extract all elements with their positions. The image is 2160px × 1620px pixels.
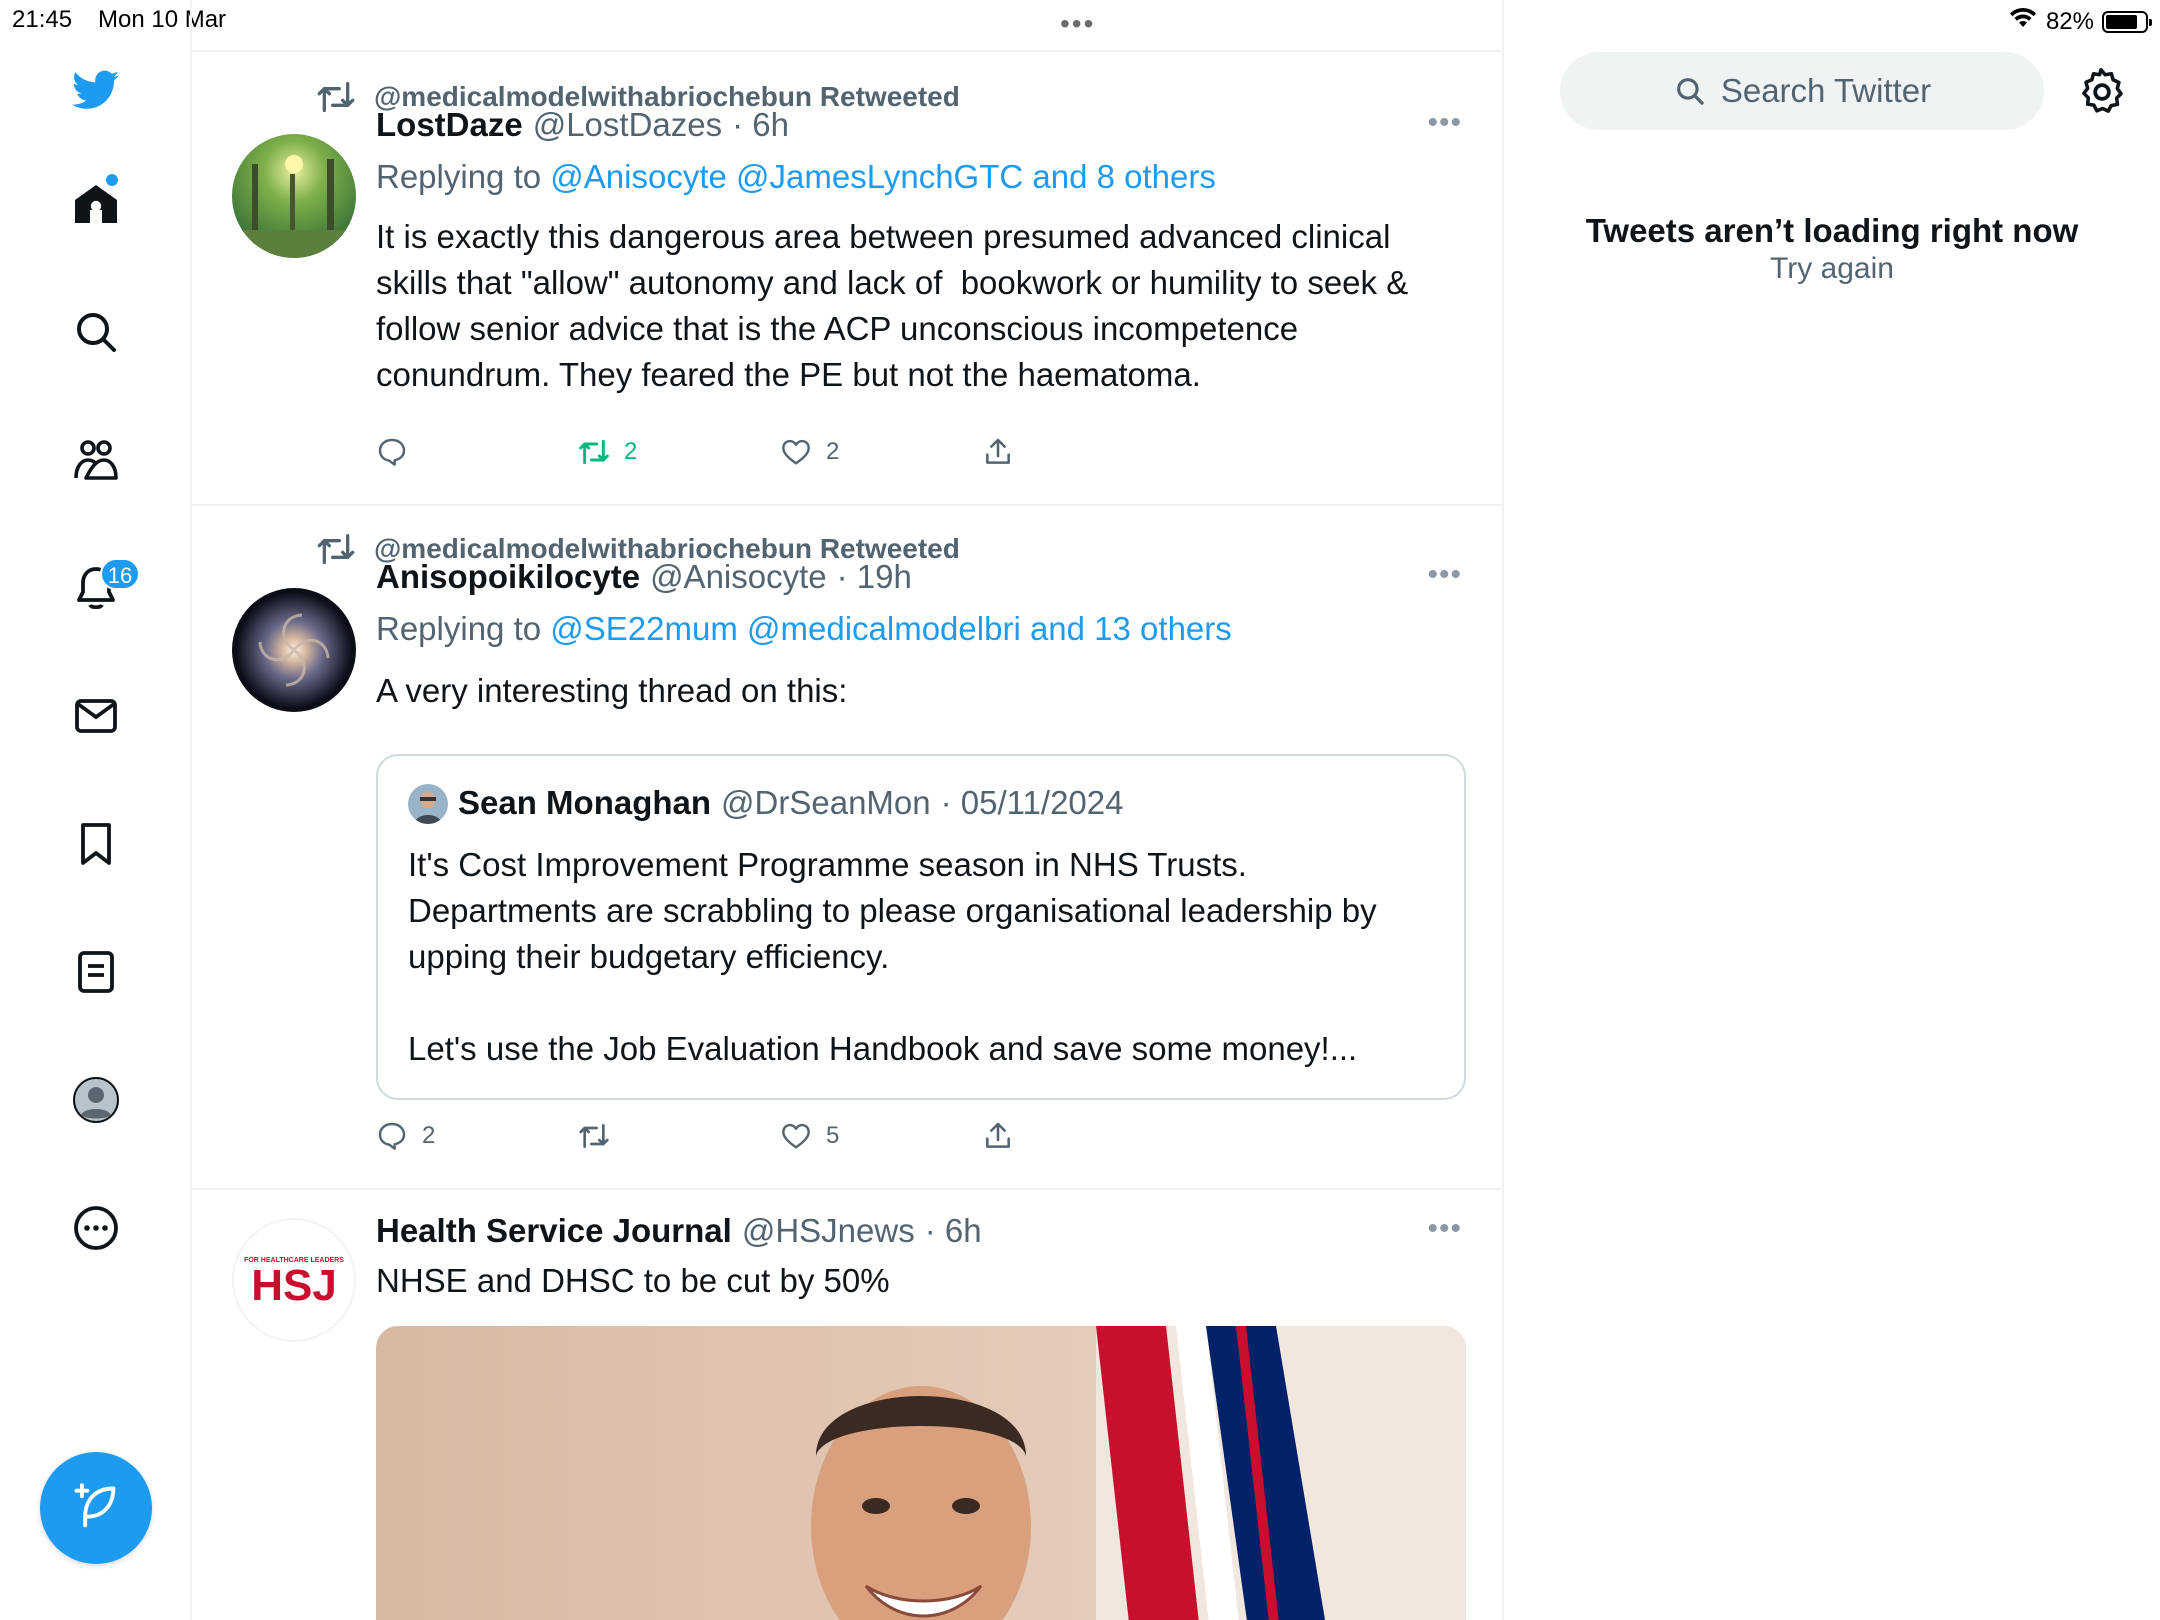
tweet-more-icon[interactable]: •••	[1427, 106, 1462, 140]
author-name[interactable]: Health Service Journal	[376, 1212, 732, 1250]
replying-to-label: Replying to	[376, 158, 542, 195]
author-name[interactable]: Anisopoikilocyte	[376, 558, 640, 596]
tweet-actions: 2 5	[376, 1120, 1184, 1152]
author-handle[interactable]: @LostDazes	[533, 106, 722, 144]
profile-icon[interactable]	[70, 1074, 122, 1126]
quoted-avatar	[408, 784, 448, 824]
search-input[interactable]: Search Twitter	[1560, 52, 2044, 130]
more-icon[interactable]	[70, 1202, 122, 1254]
home-timeline: @medicalmodelwithabriochebun Retweeted L…	[192, 0, 1504, 1620]
author-handle[interactable]: @HSJnews	[742, 1212, 915, 1250]
home-icon[interactable]	[70, 178, 122, 230]
home-unread-dot	[106, 174, 118, 186]
tweet-more-icon[interactable]: •••	[1427, 558, 1462, 592]
settings-gear-icon[interactable]	[2076, 66, 2126, 116]
battery-icon	[2102, 10, 2152, 33]
search-icon[interactable]	[70, 306, 122, 358]
share-button[interactable]	[982, 1120, 1184, 1152]
reply-icon	[378, 438, 406, 466]
replying-to-links[interactable]: @SE22mum @medicalmodelbri and 13 others	[550, 610, 1231, 647]
heart-icon	[782, 439, 810, 465]
quoted-author-handle: @DrSeanMon	[721, 784, 931, 821]
quoted-tweet-time: · 05/11/2024	[940, 784, 1124, 821]
like-count: 5	[826, 1122, 840, 1149]
replying-to-links[interactable]: @Anisocyte @JamesLynchGTC and 8 others	[550, 158, 1216, 195]
hsj-logo: HSJ	[251, 1261, 337, 1310]
like-count: 2	[826, 438, 840, 465]
reply-icon	[378, 1122, 406, 1150]
retweet-button[interactable]: 2	[578, 436, 780, 468]
retweet-icon	[579, 1124, 609, 1148]
avatar[interactable]	[232, 134, 356, 258]
replying-to: Replying to @SE22mum @medicalmodelbri an…	[376, 610, 1232, 648]
tweet-text: A very interesting thread on this:	[376, 672, 848, 709]
retweet-button[interactable]	[578, 1120, 780, 1152]
trends-error-title: Tweets aren’t loading right now	[1585, 212, 2079, 249]
compose-tweet-button[interactable]	[40, 1452, 152, 1564]
retweet-small-icon	[317, 534, 355, 564]
tweet-more-icon[interactable]: •••	[1427, 1212, 1462, 1246]
share-button[interactable]	[982, 436, 1184, 468]
battery-percent: 82%	[2045, 7, 2094, 35]
avatar[interactable]: FOR HEALTHCARE LEADERS HSJ	[232, 1218, 356, 1342]
communities-icon[interactable]	[70, 434, 122, 486]
heart-icon	[782, 1123, 810, 1149]
messages-icon[interactable]	[70, 690, 122, 742]
tweet-time[interactable]: · 6h	[925, 1212, 982, 1250]
bookmarks-icon[interactable]	[70, 818, 122, 870]
tweet-header: LostDaze @LostDazes · 6h	[376, 106, 789, 144]
retweet-small-icon	[317, 81, 355, 112]
retweet-icon	[579, 439, 609, 465]
lists-icon[interactable]	[70, 946, 122, 998]
tweet-header: Anisopoikilocyte @Anisocyte · 19h	[376, 558, 912, 596]
tweet-actions: 2 2	[376, 436, 1184, 468]
like-button[interactable]: 5	[780, 1120, 982, 1152]
quoted-tweet[interactable]: Sean Monaghan @DrSeanMon · 05/11/2024 It…	[376, 754, 1466, 1100]
tweet-text: It is exactly this dangerous area betwee…	[376, 218, 1418, 393]
try-again-link[interactable]: Try again	[1504, 252, 2160, 286]
reply-button[interactable]: 2	[376, 1120, 578, 1152]
quoted-author-name: Sean Monaghan	[458, 784, 712, 821]
tweet[interactable]: @medicalmodelwithabriochebun Retweeted L…	[192, 52, 1502, 506]
compose-feather-icon	[74, 1483, 116, 1528]
author-name[interactable]: LostDaze	[376, 106, 523, 144]
author-handle[interactable]: @Anisocyte	[650, 558, 827, 596]
notifications-badge: 16	[100, 558, 140, 590]
tweet-time[interactable]: · 19h	[837, 558, 912, 596]
share-icon	[986, 438, 1010, 464]
sidebar-nav: 16	[0, 0, 192, 1620]
search-icon	[1676, 78, 1704, 105]
avatar[interactable]	[232, 588, 356, 712]
reply-button[interactable]	[376, 436, 578, 468]
quoted-tweet-text: It's Cost Improvement Programme season i…	[408, 846, 1377, 1067]
tweet[interactable]: @medicalmodelwithabriochebun Retweeted A…	[192, 508, 1502, 1190]
tweet-text: NHSE and DHSC to be cut by 50%	[376, 1262, 890, 1299]
reply-count: 2	[422, 1122, 436, 1149]
like-button[interactable]: 2	[780, 436, 982, 468]
tweet[interactable]: FOR HEALTHCARE LEADERS HSJ Health Servic…	[192, 1192, 1502, 1620]
replying-to: Replying to @Anisocyte @JamesLynchGTC an…	[376, 158, 1216, 196]
replying-to-label: Replying to	[376, 610, 542, 647]
status-indicators: 82%	[2008, 6, 2152, 37]
tweet-time[interactable]: · 6h	[732, 106, 789, 144]
share-icon	[986, 1122, 1010, 1148]
tweet-photo[interactable]	[376, 1326, 1466, 1620]
tweet-header: Health Service Journal @HSJnews · 6h	[376, 1212, 982, 1250]
retweet-count: 2	[624, 438, 638, 465]
wifi-icon	[2008, 6, 2038, 37]
quoted-tweet-header: Sean Monaghan @DrSeanMon · 05/11/2024	[408, 784, 1124, 824]
search-placeholder: Search Twitter	[1720, 72, 1932, 109]
twitter-bird-icon[interactable]	[70, 64, 122, 116]
